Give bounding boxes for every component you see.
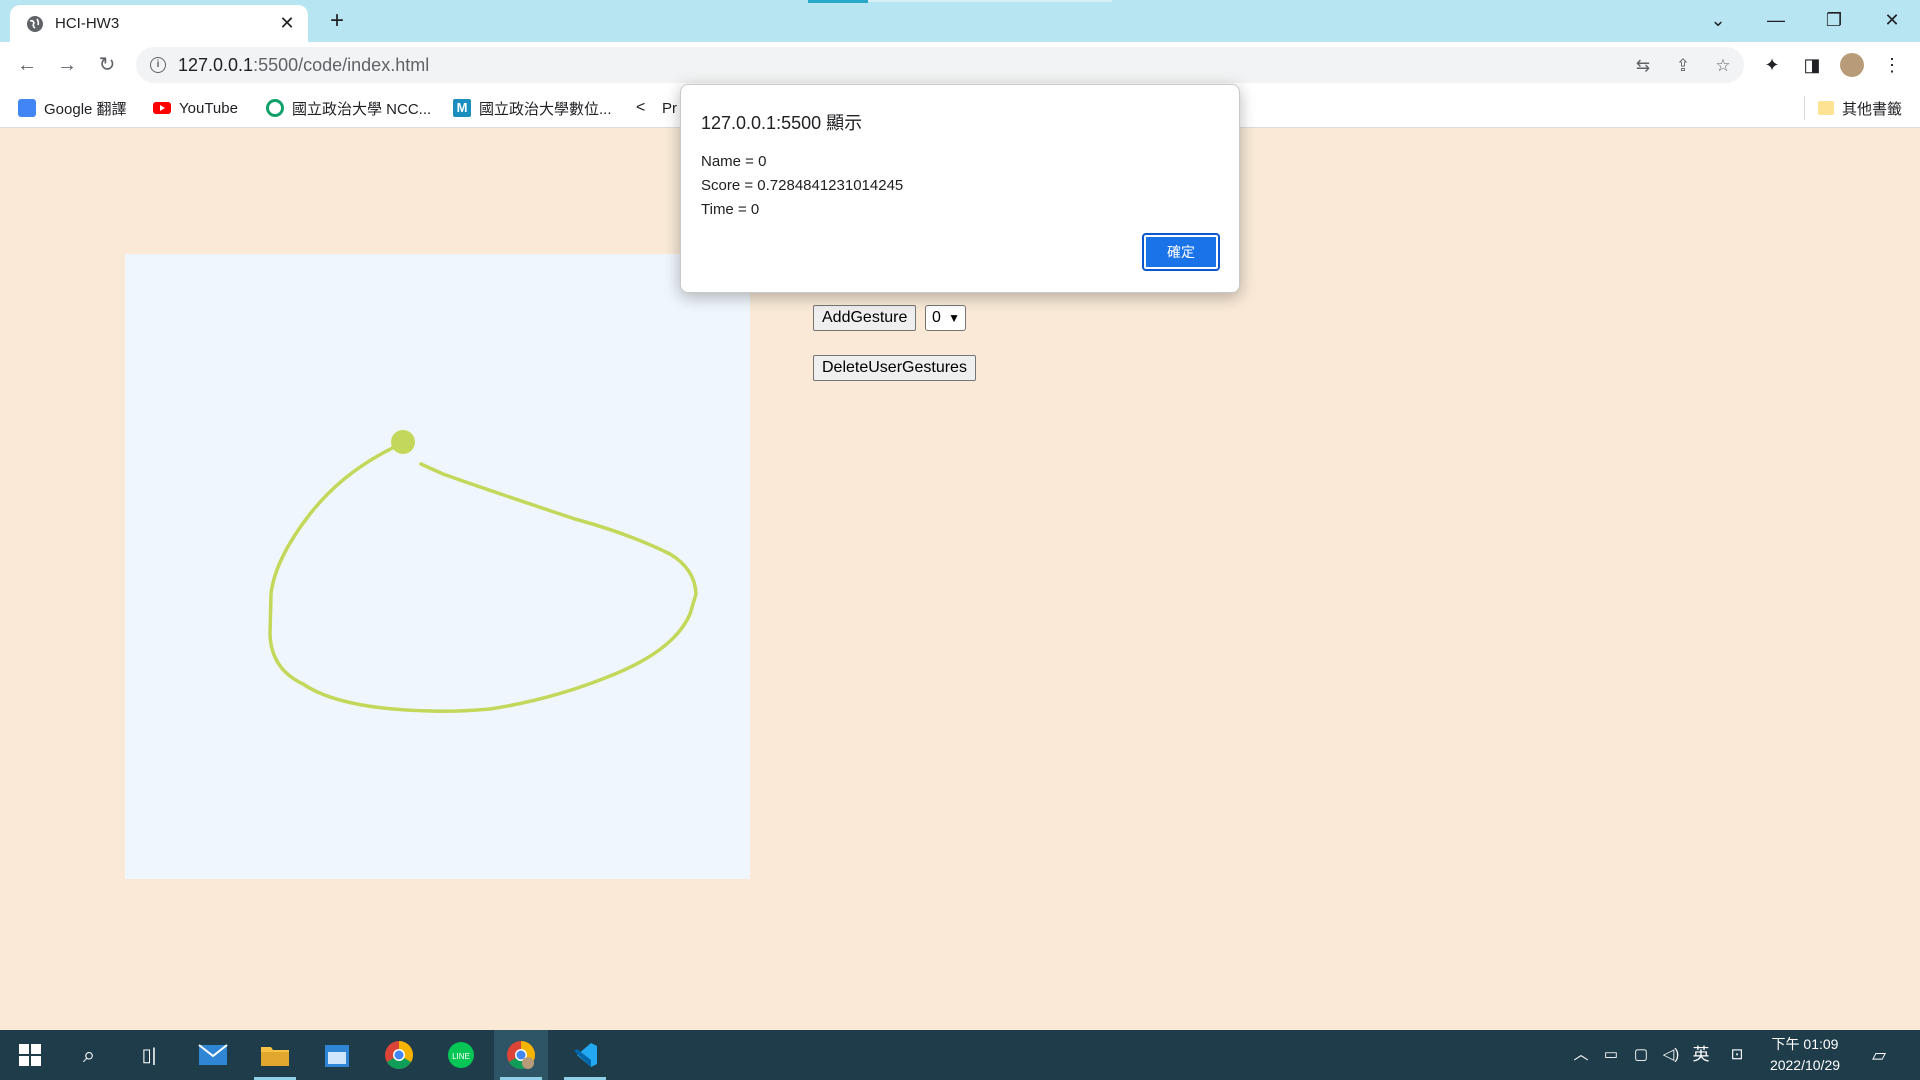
taskbar: ⌕ ▯| LINE ︿ ▭ ▢ ◁) 英 ⊡ 下午 01:09 2022/10/… bbox=[0, 1030, 1920, 1080]
network-icon[interactable]: ▢ bbox=[1630, 1044, 1652, 1066]
bookmark-nccu[interactable]: 國立政治大學 NCC... bbox=[266, 96, 431, 120]
bookmarks-divider bbox=[1804, 96, 1805, 120]
url-path: :5500/code/index.html bbox=[253, 55, 430, 75]
vscode-icon[interactable] bbox=[558, 1030, 612, 1080]
mail-icon[interactable] bbox=[186, 1030, 240, 1080]
bookmark-label: 國立政治大學數位... bbox=[479, 100, 612, 118]
bookmark-star-icon[interactable]: ☆ bbox=[1712, 55, 1734, 77]
chrome-profile-icon[interactable] bbox=[494, 1030, 548, 1080]
url-text[interactable]: 127.0.0.1:5500/code/index.html bbox=[178, 55, 429, 76]
windows-start-icon[interactable] bbox=[3, 1030, 57, 1080]
extensions-puzzle-icon[interactable]: ✦ bbox=[1760, 53, 1784, 77]
bookmark-label: YouTube bbox=[179, 99, 238, 117]
chrome-icon[interactable] bbox=[372, 1030, 426, 1080]
bookmark-google-translate[interactable]: Google 翻譯 bbox=[18, 96, 127, 120]
tab-strip: HCI-HW3 ✕ + ⌄ — ❐ ✕ bbox=[0, 0, 1920, 42]
tab-loading-track bbox=[868, 0, 1112, 2]
bookmark-pr[interactable]: < Pr bbox=[636, 96, 677, 120]
profile-avatar[interactable] bbox=[1840, 53, 1864, 77]
minimize-button[interactable]: — bbox=[1748, 4, 1804, 36]
clock-date: 2022/10/29 bbox=[1769, 1057, 1841, 1073]
dialog-title: 127.0.0.1:5500 顯示 bbox=[701, 113, 863, 133]
restore-button[interactable]: ❐ bbox=[1806, 4, 1862, 36]
gesture-select[interactable]: 0 ▼ bbox=[925, 305, 966, 331]
other-bookmarks-label: 其他書籤 bbox=[1842, 100, 1903, 118]
task-view-icon[interactable]: ▯| bbox=[122, 1030, 176, 1080]
gesture-select-value: 0 bbox=[932, 309, 941, 326]
alert-dialog: 127.0.0.1:5500 顯示 Name = 0 Score = 0.728… bbox=[680, 84, 1240, 293]
nccu-icon bbox=[266, 99, 284, 117]
gesture-stroke bbox=[268, 430, 698, 713]
dialog-line-time: Time = 0 bbox=[701, 201, 760, 218]
battery-icon[interactable]: ▭ bbox=[1600, 1044, 1622, 1066]
google-translate-icon bbox=[18, 99, 36, 117]
url-host: 127.0.0.1 bbox=[178, 55, 254, 75]
delete-user-gestures-button[interactable]: DeleteUserGestures bbox=[813, 355, 976, 381]
close-window-button[interactable]: ✕ bbox=[1864, 4, 1920, 36]
file-explorer-icon[interactable] bbox=[248, 1030, 302, 1080]
clock-time: 下午 01:09 bbox=[1771, 1036, 1839, 1052]
bookmark-label: Google 翻譯 bbox=[44, 100, 127, 118]
forward-arrow-icon[interactable]: → bbox=[52, 50, 82, 80]
add-gesture-button[interactable]: AddGesture bbox=[813, 305, 917, 331]
back-arrow-icon[interactable]: ← bbox=[12, 50, 42, 80]
gesture-canvas[interactable] bbox=[125, 254, 750, 879]
bookmark-other-folder[interactable]: 其他書籤 bbox=[1818, 96, 1902, 120]
menu-kebab-icon[interactable]: ⋮ bbox=[1880, 53, 1904, 77]
input-mode-icon[interactable]: ⊡ bbox=[1726, 1044, 1748, 1066]
reload-icon[interactable]: ↻ bbox=[92, 50, 122, 80]
ime-indicator[interactable]: 英 bbox=[1690, 1044, 1712, 1066]
ok-button[interactable]: 確定 bbox=[1142, 233, 1220, 271]
globe-icon bbox=[27, 16, 43, 32]
folder-icon bbox=[1818, 101, 1834, 115]
dialog-line-name: Name = 0 bbox=[701, 153, 767, 170]
tab-hci-hw3[interactable]: HCI-HW3 ✕ bbox=[10, 5, 308, 42]
prairielearn-icon: < bbox=[636, 99, 646, 116]
volume-icon[interactable]: ◁) bbox=[1660, 1044, 1682, 1066]
tab-title: HCI-HW3 bbox=[55, 15, 120, 32]
site-info-icon[interactable]: i bbox=[150, 57, 166, 73]
share-icon[interactable]: ⇪ bbox=[1672, 55, 1694, 77]
gesture-start-dot bbox=[391, 430, 415, 454]
svg-text:LINE: LINE bbox=[452, 1052, 470, 1061]
gesture-path bbox=[268, 441, 698, 713]
address-bar[interactable]: i 127.0.0.1:5500/code/index.html ⇆ ⇪ ☆ bbox=[136, 47, 1744, 83]
search-icon[interactable]: ⌕ bbox=[62, 1030, 116, 1080]
tab-search-chevron-icon[interactable]: ⌄ bbox=[1690, 4, 1746, 36]
system-clock[interactable]: 下午 01:09 2022/10/29 bbox=[1755, 1034, 1855, 1076]
tray-chevron-up-icon[interactable]: ︿ bbox=[1570, 1044, 1592, 1066]
tab-loading-indicator bbox=[808, 0, 868, 3]
line-app-icon[interactable]: LINE bbox=[434, 1030, 488, 1080]
dialog-line-score: Score = 0.7284841231014245 bbox=[701, 177, 904, 194]
moodle-icon: M bbox=[453, 99, 471, 117]
translate-icon[interactable]: ⇆ bbox=[1632, 55, 1654, 77]
new-tab-button[interactable]: + bbox=[323, 8, 351, 36]
tab-close-icon[interactable]: ✕ bbox=[276, 12, 298, 34]
bookmark-moodle[interactable]: M 國立政治大學數位... bbox=[453, 96, 612, 120]
browser-toolbar: ← → ↻ i 127.0.0.1:5500/code/index.html ⇆… bbox=[0, 42, 1920, 88]
side-panel-icon[interactable]: ◨ bbox=[1800, 53, 1824, 77]
chevron-down-icon: ▼ bbox=[948, 311, 960, 325]
notification-icon[interactable]: ▱ bbox=[1868, 1044, 1890, 1066]
bookmark-youtube[interactable]: YouTube bbox=[153, 96, 238, 120]
youtube-icon bbox=[153, 102, 171, 114]
bookmark-label: Pr bbox=[662, 99, 677, 117]
bookmark-label: 國立政治大學 NCC... bbox=[292, 100, 432, 118]
calendar-icon[interactable] bbox=[310, 1030, 364, 1080]
